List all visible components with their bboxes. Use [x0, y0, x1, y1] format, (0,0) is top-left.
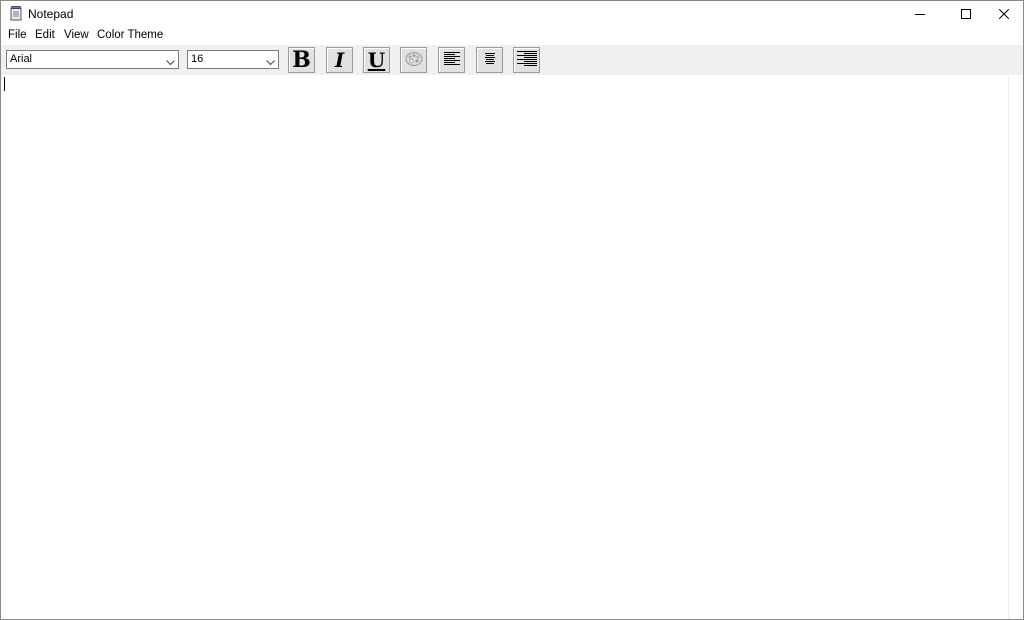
color-palette-icon [404, 50, 424, 71]
maximize-icon [961, 9, 971, 19]
align-center-button[interactable] [476, 47, 503, 73]
font-family-value: Arial [10, 53, 33, 65]
menu-file[interactable]: File [8, 29, 27, 41]
italic-icon: I [334, 48, 345, 72]
align-center-icon [481, 51, 499, 70]
menu-edit[interactable]: Edit [35, 29, 55, 41]
close-button[interactable] [981, 1, 1024, 27]
formatting-toolbar: Arial 16 B I U [1, 45, 1023, 75]
bold-button[interactable]: B [288, 47, 315, 73]
font-size-select[interactable]: 16 [187, 50, 279, 69]
bold-icon: B [292, 47, 311, 73]
chevron-down-icon [266, 55, 275, 72]
menu-color-theme[interactable]: Color Theme [97, 29, 163, 41]
close-icon [999, 9, 1009, 19]
align-left-icon [443, 51, 461, 70]
font-family-select[interactable]: Arial [6, 50, 179, 69]
window-title: Notepad [28, 7, 74, 21]
notepad-icon [9, 6, 23, 21]
font-size-value: 16 [191, 53, 204, 65]
menu-bar: File Edit View Color Theme [1, 27, 1023, 45]
title-bar[interactable]: Notepad [1, 1, 1023, 27]
minimize-button[interactable] [897, 1, 943, 27]
menu-view[interactable]: View [64, 29, 89, 41]
align-left-button[interactable] [438, 47, 465, 73]
chevron-down-icon [166, 55, 175, 72]
text-color-button[interactable] [400, 47, 427, 73]
minimize-icon [915, 9, 925, 19]
underline-icon: U [367, 48, 386, 72]
underline-button[interactable]: U [363, 47, 390, 73]
text-editor[interactable] [2, 75, 1008, 619]
align-right-icon [516, 50, 538, 71]
align-right-button[interactable] [513, 47, 540, 73]
italic-button[interactable]: I [326, 47, 353, 73]
text-caret [4, 77, 5, 91]
vertical-scrollbar[interactable] [1008, 75, 1023, 619]
notepad-window: Notepad File Edit View Color Theme Arial [0, 0, 1024, 620]
